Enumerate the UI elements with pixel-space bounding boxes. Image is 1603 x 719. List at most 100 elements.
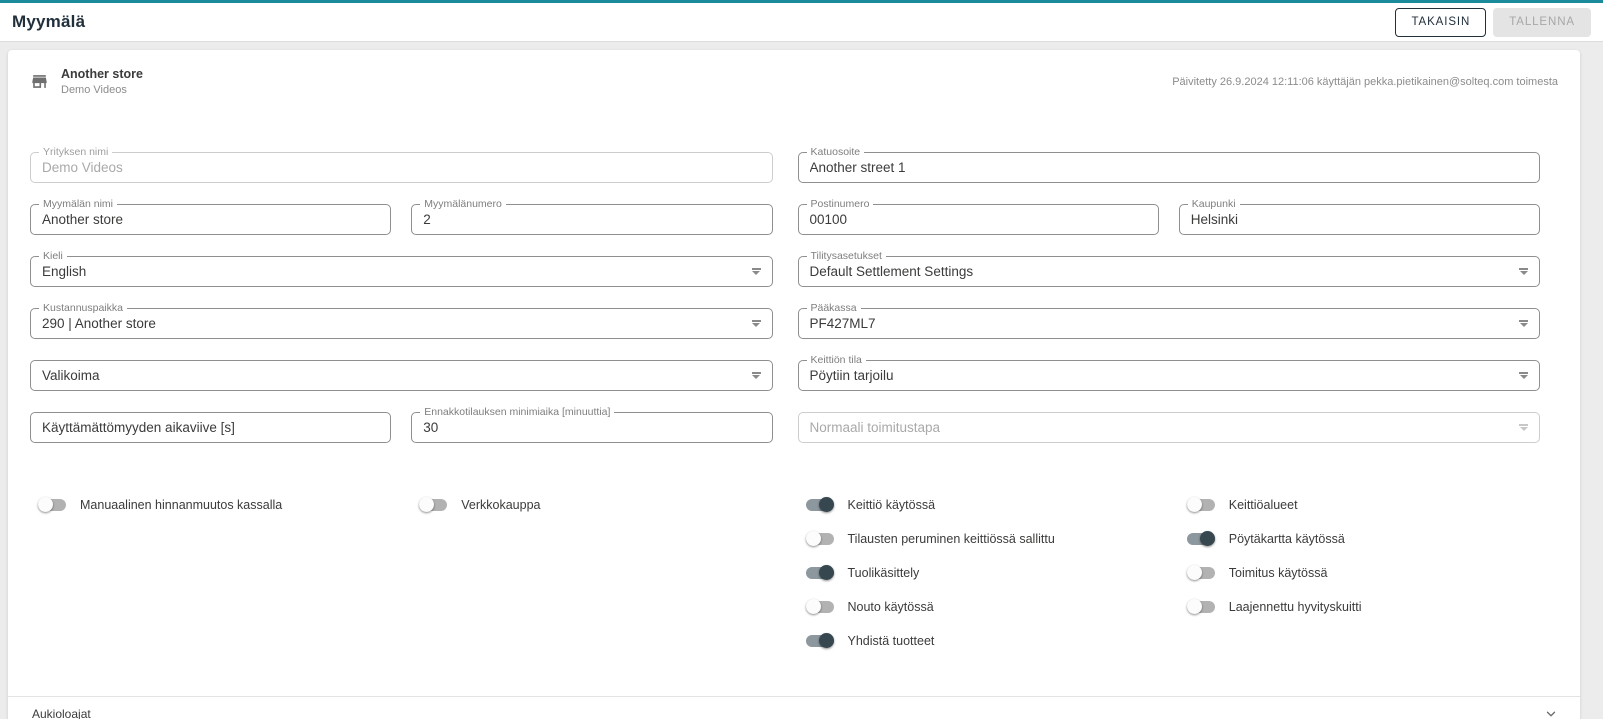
toggle-label: Toimitus käytössä xyxy=(1229,566,1328,580)
settlement-settings-label: Tilitysasetukset xyxy=(807,250,886,262)
toggle-combine-products[interactable]: Yhdistä tuotteet xyxy=(798,624,1159,658)
dropdown-arrow-icon xyxy=(1511,320,1528,327)
toggles-left: Manuaalinen hinnanmuutos kassalla Verkko… xyxy=(30,488,773,658)
kitchen-mode-label: Keittiön tila xyxy=(807,354,866,366)
toggle-manual-price-change[interactable]: Manuaalinen hinnanmuutos kassalla xyxy=(30,488,391,522)
delivery-method-placeholder: Normaali toimitustapa xyxy=(810,419,941,435)
accordion-label: Aukioloajat xyxy=(32,707,91,719)
save-button[interactable]: TALLENNA xyxy=(1493,8,1591,37)
switch-icon xyxy=(806,497,834,512)
idle-timeout-placeholder: Käyttämättömyyden aikaviive [s] xyxy=(42,419,235,435)
toggle-order-cancel-in-kitchen[interactable]: Tilausten peruminen keittiössä sallittu xyxy=(798,522,1159,556)
store-settings-card: Another store Demo Videos Päivitetty 26.… xyxy=(8,50,1580,719)
dropdown-arrow-icon xyxy=(744,268,761,275)
language-label: Kieli xyxy=(39,250,67,262)
language-select[interactable]: Kieli English xyxy=(30,256,773,287)
city-field[interactable]: Kaupunki Helsinki xyxy=(1179,204,1540,235)
preorder-min-time-label: Ennakkotilauksen minimiaika [minuuttia] xyxy=(420,406,614,418)
main-register-value: PF427ML7 xyxy=(810,315,876,331)
toggle-kitchen-enabled[interactable]: Keittiö käytössä xyxy=(798,488,1159,522)
store-texts: Another store Demo Videos xyxy=(61,66,143,98)
cost-center-select[interactable]: Kustannuspaikka 290 | Another store xyxy=(30,308,773,339)
main-register-label: Pääkassa xyxy=(807,302,861,314)
store-name-field[interactable]: Myymälän nimi Another store xyxy=(30,204,391,235)
store-name: Another store xyxy=(61,66,143,83)
cost-center-label: Kustannuspaikka xyxy=(39,302,127,314)
toggle-label: Manuaalinen hinnanmuutos kassalla xyxy=(80,498,282,512)
city-value: Helsinki xyxy=(1191,211,1238,227)
switch-icon xyxy=(806,633,834,648)
toggle-pickup-enabled[interactable]: Nouto käytössä xyxy=(798,590,1159,624)
switch-icon xyxy=(1187,565,1215,580)
street-address-label: Katuosoite xyxy=(807,146,865,158)
main-register-select[interactable]: Pääkassa PF427ML7 xyxy=(798,308,1541,339)
company-name-label: Yrityksen nimi xyxy=(39,146,112,158)
postal-code-value: 00100 xyxy=(810,211,848,227)
store-header: Another store Demo Videos Päivitetty 26.… xyxy=(8,50,1580,110)
store-number-label: Myymälänumero xyxy=(420,198,506,210)
switch-icon xyxy=(419,497,447,512)
toggles-right-col2: Keittiöalueet Pöytäkartta käytössä Toimi… xyxy=(1179,488,1540,658)
toggle-label: Tuolikäsittely xyxy=(848,566,920,580)
toggle-label: Tilausten peruminen keittiössä sallittu xyxy=(848,532,1055,546)
toggle-label: Pöytäkartta käytössä xyxy=(1229,532,1345,546)
toggle-webshop[interactable]: Verkkokauppa xyxy=(411,488,772,522)
company-name-value: Demo Videos xyxy=(42,159,123,175)
store-company: Demo Videos xyxy=(61,83,143,98)
toggle-label: Keittiö käytössä xyxy=(848,498,936,512)
dropdown-arrow-icon xyxy=(1511,268,1528,275)
switch-icon xyxy=(38,497,66,512)
dropdown-arrow-icon xyxy=(744,372,761,379)
street-address-value: Another street 1 xyxy=(810,159,906,175)
postal-code-field[interactable]: Postinumero 00100 xyxy=(798,204,1159,235)
dropdown-arrow-icon xyxy=(744,320,761,327)
store-name-label: Myymälän nimi xyxy=(39,198,117,210)
toggle-kitchen-areas[interactable]: Keittiöalueet xyxy=(1179,488,1540,522)
toggles-right-col1: Keittiö käytössä Tilausten peruminen kei… xyxy=(798,488,1159,658)
toggle-extended-credit-receipt[interactable]: Laajennettu hyvityskuitti xyxy=(1179,590,1540,624)
switch-icon xyxy=(806,565,834,580)
store-icon xyxy=(30,72,49,91)
switch-icon xyxy=(806,531,834,546)
settlement-settings-select[interactable]: Tilitysasetukset Default Settlement Sett… xyxy=(798,256,1541,287)
idle-timeout-field[interactable]: Käyttämättömyyden aikaviive [s] xyxy=(30,412,391,443)
assortment-placeholder: Valikoima xyxy=(42,367,100,383)
chevron-down-icon xyxy=(1544,707,1558,719)
toggle-chair-handling[interactable]: Tuolikäsittely xyxy=(798,556,1159,590)
store-name-value: Another store xyxy=(42,211,123,227)
last-updated-text: Päivitetty 26.9.2024 12:11:06 käyttäjän … xyxy=(1172,76,1558,88)
delivery-method-select: Normaali toimitustapa xyxy=(798,412,1541,443)
toggle-label: Verkkokauppa xyxy=(461,498,540,512)
store-form: Yrityksen nimi Demo Videos Katuosoite An… xyxy=(8,110,1580,658)
kitchen-mode-value: Pöytiin tarjoilu xyxy=(810,367,894,383)
dropdown-arrow-icon xyxy=(1511,424,1528,431)
switch-icon xyxy=(1187,497,1215,512)
company-name-field: Yrityksen nimi Demo Videos xyxy=(30,152,773,183)
switch-icon xyxy=(806,599,834,614)
app-bar: Myymälä TAKAISIN TALLENNA xyxy=(0,3,1603,42)
store-number-value: 2 xyxy=(423,211,431,227)
back-button[interactable]: TAKAISIN xyxy=(1395,8,1486,37)
kitchen-mode-select[interactable]: Keittiön tila Pöytiin tarjoilu xyxy=(798,360,1541,391)
assortment-select[interactable]: Valikoima xyxy=(30,360,773,391)
store-number-field[interactable]: Myymälänumero 2 xyxy=(411,204,772,235)
toggle-label: Laajennettu hyvityskuitti xyxy=(1229,600,1362,614)
cost-center-value: 290 | Another store xyxy=(42,315,156,331)
toggles-right: Keittiö käytössä Tilausten peruminen kei… xyxy=(798,488,1541,658)
store-identity: Another store Demo Videos xyxy=(30,66,143,98)
page-title: Myymälä xyxy=(12,12,85,32)
preorder-min-time-field[interactable]: Ennakkotilauksen minimiaika [minuuttia] … xyxy=(411,412,772,443)
street-address-field[interactable]: Katuosoite Another street 1 xyxy=(798,152,1541,183)
accordion-opening-hours[interactable]: Aukioloajat xyxy=(8,696,1580,719)
language-value: English xyxy=(42,263,86,279)
switch-icon xyxy=(1187,599,1215,614)
switch-icon xyxy=(1187,531,1215,546)
toggle-delivery-enabled[interactable]: Toimitus käytössä xyxy=(1179,556,1540,590)
city-label: Kaupunki xyxy=(1188,198,1240,210)
toggle-table-map-enabled[interactable]: Pöytäkartta käytössä xyxy=(1179,522,1540,556)
dropdown-arrow-icon xyxy=(1511,372,1528,379)
settlement-settings-value: Default Settlement Settings xyxy=(810,263,974,279)
preorder-min-time-value: 30 xyxy=(423,419,438,435)
accordion-section: Aukioloajat Yliaja yritystason asetukset xyxy=(8,696,1580,719)
toggle-label: Keittiöalueet xyxy=(1229,498,1298,512)
